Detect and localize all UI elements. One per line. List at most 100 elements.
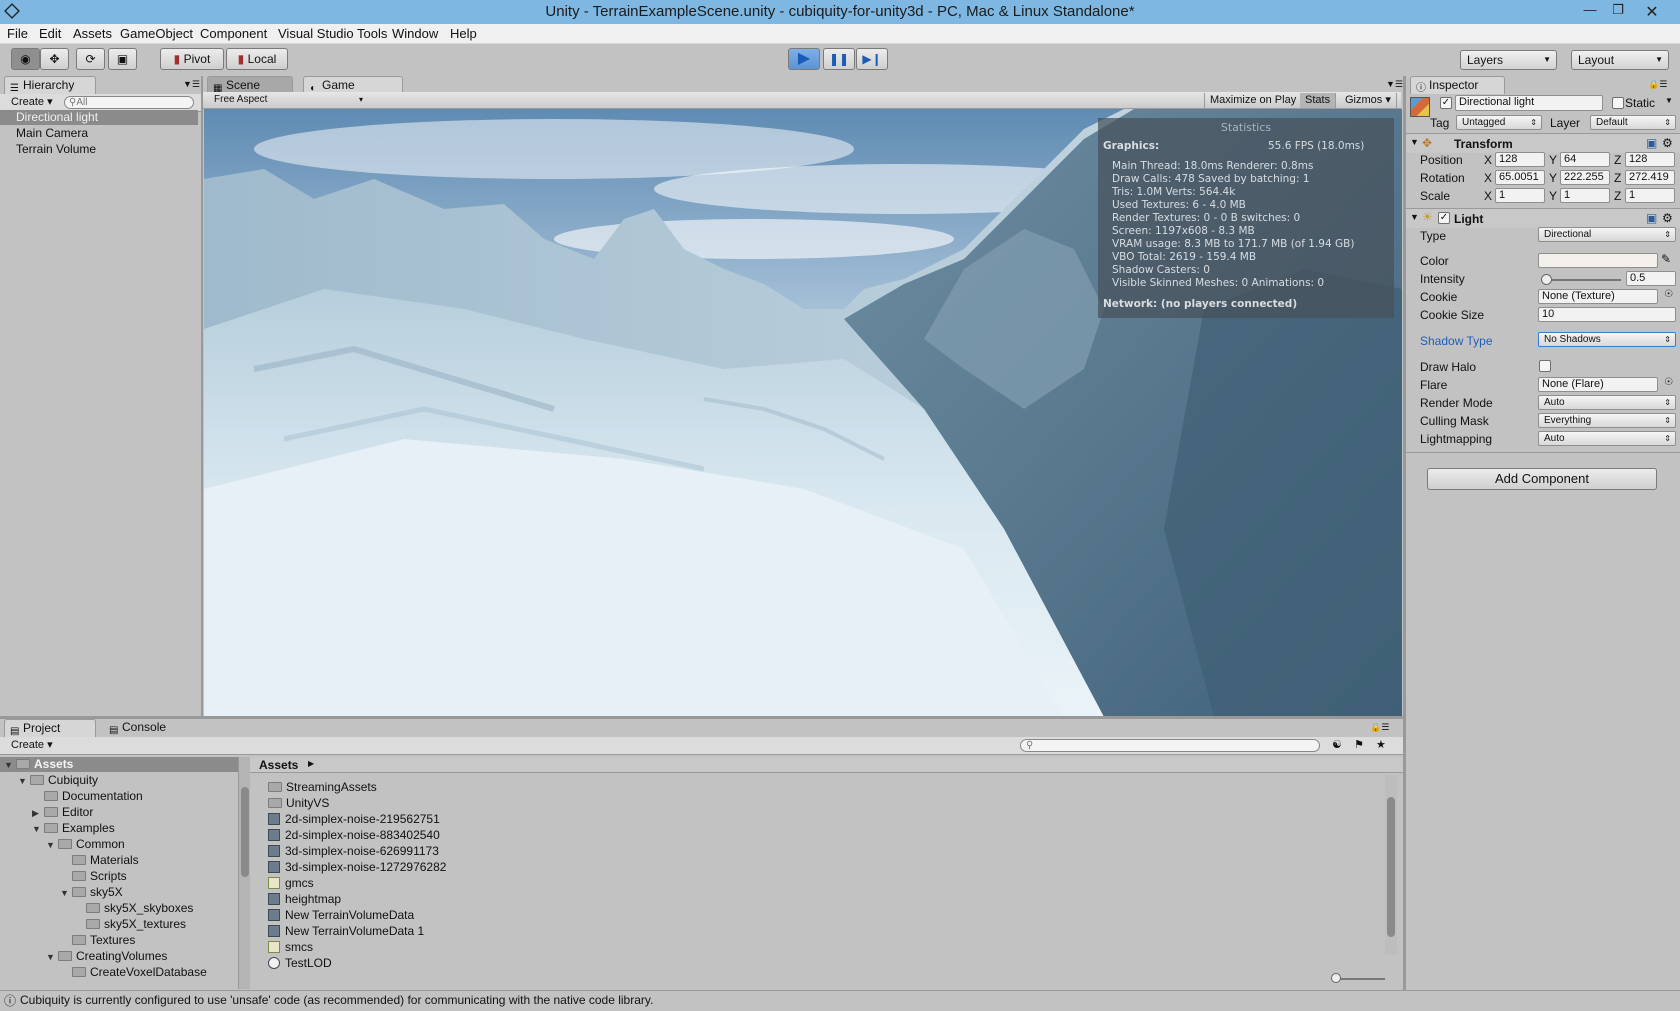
scale-tool-button[interactable]: ▣ xyxy=(108,48,137,70)
cookie-field[interactable]: None (Texture) xyxy=(1538,289,1658,304)
tree-item[interactable]: Documentation xyxy=(0,789,238,804)
tree-item[interactable]: Materials xyxy=(0,853,238,868)
hierarchy-create-button[interactable]: Create ▾ xyxy=(6,95,58,110)
tree-item[interactable]: ▼ sky5X xyxy=(0,885,238,900)
asset-item[interactable]: New TerrainVolumeData 1 xyxy=(268,924,424,939)
light-type-dropdown[interactable]: Directional ⇕ xyxy=(1538,227,1676,242)
tree-item[interactable]: sky5X_textures xyxy=(0,917,238,932)
filter-label-icon[interactable]: ⚑ xyxy=(1354,738,1364,751)
minimize-icon[interactable]: — xyxy=(1578,2,1602,20)
play-button[interactable]: ▶ xyxy=(788,48,820,70)
scale-y-input[interactable]: 1 xyxy=(1560,188,1610,203)
tab-console[interactable]: ▤ Console xyxy=(104,719,204,737)
tab-inspector[interactable]: ⓘ Inspector xyxy=(1410,76,1505,94)
asset-item[interactable]: TestLOD xyxy=(268,956,332,971)
menu-assets[interactable]: Assets xyxy=(73,26,112,41)
shadow-type-dropdown[interactable]: No Shadows ⇕ xyxy=(1538,332,1676,347)
tab-hierarchy[interactable]: ☰ Hierarchy xyxy=(4,76,96,94)
assets-scrollbar[interactable] xyxy=(1385,775,1397,955)
asset-item[interactable]: New TerrainVolumeData xyxy=(268,908,414,923)
asset-item[interactable]: 3d-simplex-noise-626991173 xyxy=(268,844,439,859)
scale-x-input[interactable]: 1 xyxy=(1495,188,1545,203)
asset-item[interactable]: 2d-simplex-noise-883402540 xyxy=(268,828,440,843)
render-mode-dropdown[interactable]: Auto ⇕ xyxy=(1538,395,1676,410)
static-dropdown-icon[interactable]: ▼ xyxy=(1665,96,1673,105)
rotate-tool-button[interactable]: ⟳ xyxy=(76,48,105,70)
active-checkbox[interactable]: ✓ xyxy=(1440,97,1452,109)
menu-gameobject[interactable]: GameObject xyxy=(120,26,193,41)
layout-dropdown[interactable]: Layout ▼ xyxy=(1571,50,1669,70)
intensity-slider-handle[interactable] xyxy=(1541,274,1552,285)
tree-item[interactable]: ▶ Editor xyxy=(0,805,238,820)
hierarchy-search-input[interactable]: ⚲All xyxy=(64,96,194,109)
hand-tool-button[interactable]: ◉ xyxy=(11,48,40,70)
add-component-button[interactable]: Add Component xyxy=(1427,468,1657,490)
panel-menu-icon[interactable]: ▼☰ xyxy=(183,79,200,90)
tree-item[interactable]: Textures xyxy=(0,933,238,948)
lock-icon[interactable]: 🔒☰ xyxy=(1370,722,1389,733)
pause-button[interactable]: ❚❚ xyxy=(823,48,855,70)
maximize-on-play-toggle[interactable]: Maximize on Play xyxy=(1204,93,1303,108)
layers-dropdown[interactable]: Layers ▼ xyxy=(1460,50,1557,70)
asset-item[interactable]: 3d-simplex-noise-1272976282 xyxy=(268,860,446,875)
tree-item[interactable]: ▼ Common xyxy=(0,837,238,852)
object-picker-icon[interactable]: ☉ xyxy=(1664,289,1673,300)
foldout-icon[interactable]: ▼ xyxy=(32,822,44,837)
menu-window[interactable]: Window xyxy=(392,26,438,41)
gizmos-dropdown[interactable]: Gizmos ▾ xyxy=(1340,93,1397,108)
draw-halo-checkbox[interactable] xyxy=(1539,360,1551,372)
transform-header[interactable]: ▼ ✥ Transform ▣ ⚙ xyxy=(1406,133,1680,153)
position-z-input[interactable]: 128 xyxy=(1625,152,1675,167)
help-icon[interactable]: ▣ xyxy=(1646,136,1657,150)
foldout-icon[interactable]: ▼ xyxy=(4,758,16,773)
tag-dropdown[interactable]: Untagged ⇕ xyxy=(1456,115,1542,130)
tree-item[interactable]: Scripts xyxy=(0,869,238,884)
culling-mask-dropdown[interactable]: Everything ⇕ xyxy=(1538,413,1676,428)
object-picker-icon[interactable]: ☉ xyxy=(1664,377,1673,388)
step-button[interactable]: ▶❙ xyxy=(856,48,888,70)
menu-edit[interactable]: Edit xyxy=(39,26,61,41)
cookie-size-input[interactable]: 10 xyxy=(1538,307,1676,322)
light-header[interactable]: ▼ ☀ ✓ Light ▣ ⚙ xyxy=(1406,208,1680,228)
asset-item[interactable]: heightmap xyxy=(268,892,341,907)
lock-icon[interactable]: 🔒☰ xyxy=(1648,79,1667,90)
menu-visual-studio-tools[interactable]: Visual Studio Tools xyxy=(278,26,387,41)
aspect-dropdown[interactable]: Free Aspect ▾ xyxy=(209,93,367,108)
restore-icon[interactable]: ❐ xyxy=(1606,2,1630,20)
foldout-icon[interactable]: ▼ xyxy=(18,774,30,789)
position-y-input[interactable]: 64 xyxy=(1560,152,1610,167)
lightmapping-dropdown[interactable]: Auto ⇕ xyxy=(1538,431,1676,446)
rotation-x-input[interactable]: 65.0051 xyxy=(1495,170,1545,185)
foldout-icon[interactable]: ▼ xyxy=(46,838,58,853)
static-checkbox[interactable] xyxy=(1612,97,1624,109)
tree-item[interactable]: CreateVoxelDatabase xyxy=(0,965,238,980)
foldout-icon[interactable]: ▼ xyxy=(60,886,72,901)
asset-item[interactable]: UnityVS xyxy=(268,796,329,811)
rotation-y-input[interactable]: 222.255 xyxy=(1560,170,1610,185)
hierarchy-item-terrain-volume[interactable]: Terrain Volume xyxy=(16,142,96,157)
hierarchy-item-directional-light[interactable]: Directional light xyxy=(0,110,198,125)
pivot-button[interactable]: ▮ Pivot xyxy=(160,48,224,70)
layer-dropdown[interactable]: Default ⇕ xyxy=(1590,115,1676,130)
move-tool-button[interactable]: ✥ xyxy=(40,48,69,70)
tab-project[interactable]: ▤ Project xyxy=(4,719,96,737)
flare-field[interactable]: None (Flare) xyxy=(1538,377,1658,392)
tree-item[interactable]: ▼ Cubiquity xyxy=(0,773,238,788)
gear-icon[interactable]: ⚙ xyxy=(1662,211,1673,225)
tree-item[interactable]: ▼ CreatingVolumes xyxy=(0,949,238,964)
intensity-slider-track[interactable] xyxy=(1541,279,1621,281)
asset-item[interactable]: gmcs xyxy=(268,876,314,891)
stats-toggle[interactable]: Stats xyxy=(1300,93,1337,108)
breadcrumb-assets[interactable]: Assets xyxy=(259,758,298,772)
local-button[interactable]: ▮ Local xyxy=(226,48,288,70)
filter-type-icon[interactable]: ☯ xyxy=(1332,738,1342,751)
intensity-input[interactable]: 0.5 xyxy=(1626,271,1676,286)
gear-icon[interactable]: ⚙ xyxy=(1662,136,1673,150)
panel-menu-icon[interactable]: ▼☰ xyxy=(1386,79,1403,90)
scale-z-input[interactable]: 1 xyxy=(1625,188,1675,203)
eyedropper-icon[interactable]: ✎ xyxy=(1661,252,1671,266)
tree-item[interactable]: ▼ Examples xyxy=(0,821,238,836)
favorite-star-icon[interactable]: ★ xyxy=(1376,738,1386,751)
foldout-icon[interactable]: ▶ xyxy=(32,806,44,821)
menu-file[interactable]: File xyxy=(7,26,28,41)
